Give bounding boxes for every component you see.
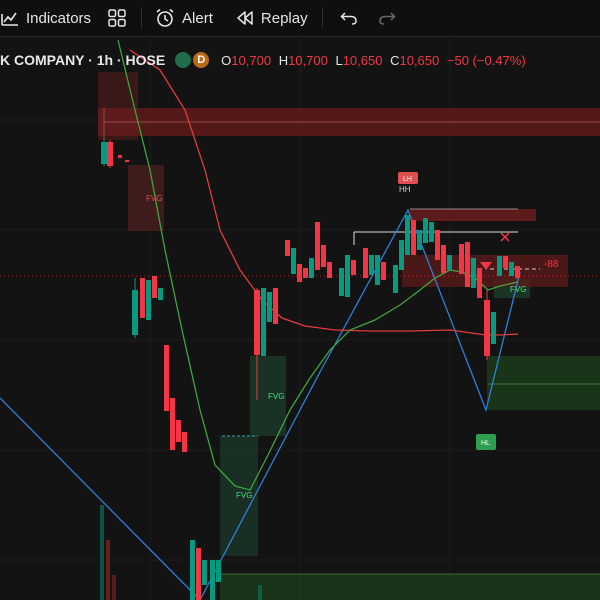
hh-marker: HH: [399, 185, 411, 194]
bear-candle: [125, 160, 129, 162]
bear-candle: [107, 142, 113, 166]
bear-candle: [170, 398, 175, 450]
bull-candle: [101, 142, 107, 164]
bear-candle: [515, 266, 520, 278]
bear-candle: [297, 264, 302, 282]
bull-candle: [158, 288, 163, 300]
bear-candle: [351, 260, 356, 275]
hl-marker: HL: [481, 440, 490, 447]
bear-candle: [381, 262, 386, 280]
bear-candle: [118, 155, 122, 158]
volume-bar: [258, 585, 262, 600]
bear-candle: [176, 420, 181, 442]
delayed-data-badge: D: [193, 52, 210, 68]
bull-candle: [216, 560, 221, 582]
high-key: H: [278, 52, 289, 68]
fvg-label-bull-3: FVG: [510, 285, 526, 294]
bull-candle: [369, 255, 374, 275]
bull-candle: [429, 222, 434, 242]
volume-bar: [112, 575, 116, 600]
bull-candle: [210, 560, 215, 600]
bear-candle: [303, 268, 308, 278]
fvg-label-bull-2: FVG: [236, 491, 252, 500]
market-status-icon: [175, 52, 192, 68]
bull-candle: [423, 218, 428, 243]
open-value: 10,700: [231, 52, 272, 68]
bear-candle: [435, 230, 440, 260]
bull-candle: [345, 255, 350, 297]
bear-candle: [465, 242, 470, 287]
bear-candle: [182, 432, 187, 452]
bear-candle: [459, 244, 464, 274]
bull-candle: [190, 540, 195, 600]
fvg-label-bear: FVG: [146, 194, 162, 203]
bull-candle: [339, 268, 344, 296]
volume-bar: [100, 505, 104, 600]
bull-candle: [393, 265, 398, 293]
bear-candle: [152, 276, 157, 298]
bull-candle: [399, 240, 404, 270]
bull-candle: [471, 258, 476, 288]
lh-marker: LH: [403, 176, 412, 183]
bull-candle: [309, 258, 314, 278]
low-value: 10,650: [342, 52, 383, 68]
bull-candle: [261, 288, 266, 356]
supply-zone-top: [410, 209, 536, 221]
close-x-icon[interactable]: [500, 232, 510, 242]
bull-candle: [405, 215, 410, 255]
close-value: 10,650: [399, 52, 440, 68]
bull-candle: [146, 280, 151, 320]
bear-candle: [285, 240, 290, 256]
bars-remaining-label: -88: [544, 259, 559, 270]
bull-candle: [291, 248, 296, 274]
bear-candle: [196, 548, 201, 600]
price-change: −50 (−0.47%): [446, 52, 526, 68]
demand-zone-bottom: [220, 574, 600, 600]
bull-candle: [132, 290, 138, 335]
bull-candle: [267, 292, 272, 322]
symbol-legend[interactable]: K COMPANY · 1h · HOSE D O10,700 H10,700 …: [0, 48, 530, 72]
symbol-title[interactable]: K COMPANY · 1h · HOSE: [0, 52, 165, 68]
low-key: L: [335, 52, 343, 68]
bull-candle: [497, 256, 502, 276]
bear-candle: [363, 248, 368, 278]
volume-bar: [106, 540, 110, 600]
bear-candle: [441, 245, 446, 273]
bear-candle: [164, 345, 169, 411]
bear-candle: [484, 300, 490, 356]
ohlc-values: O10,700 H10,700 L10,650 C10,650 −50 (−0.…: [221, 53, 529, 68]
bear-candle: [254, 290, 260, 355]
price-chart[interactable]: FVG FVG FVG FVG LH HH HL -88: [0, 0, 600, 600]
open-key: O: [221, 52, 232, 68]
demand-zone: [487, 356, 600, 410]
bear-candle: [273, 288, 278, 324]
bull-candle: [509, 262, 514, 276]
bear-candle: [315, 222, 320, 270]
high-value: 10,700: [288, 52, 328, 68]
bear-candle: [321, 245, 326, 267]
bull-candle: [447, 255, 452, 270]
bull-candle: [491, 312, 496, 344]
fvg-label-bull-1: FVG: [268, 392, 284, 401]
bear-candle: [140, 278, 145, 318]
bear-candle: [411, 220, 416, 255]
bear-candle: [327, 262, 332, 278]
bull-candle: [417, 230, 422, 250]
bull-candle: [202, 560, 207, 585]
bear-candle: [477, 268, 482, 298]
bear-candle: [503, 256, 508, 268]
bull-candle: [375, 255, 380, 285]
slow-moving-average: [129, 49, 519, 336]
